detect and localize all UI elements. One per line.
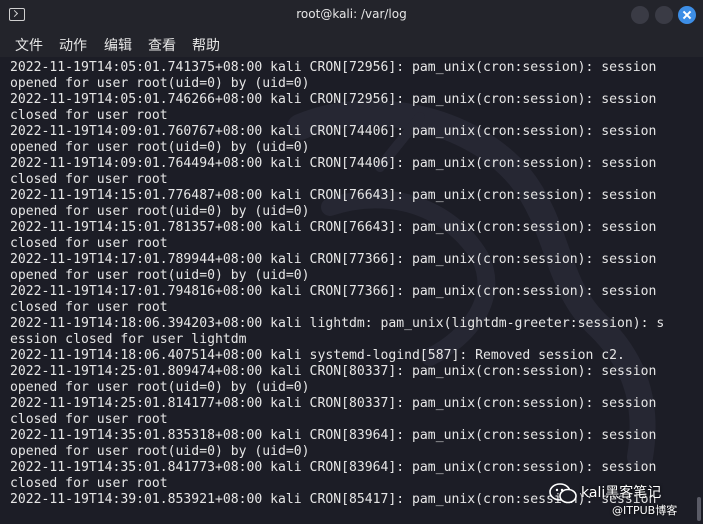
terminal-line: closed for user root	[10, 108, 168, 123]
terminal-line: 2022-11-19T14:17:01.794816+08:00 kali CR…	[10, 284, 657, 299]
title-bar[interactable]: root@kali: /var/log	[0, 0, 703, 31]
menu-help[interactable]: 帮助	[192, 35, 220, 55]
terminal-line: 2022-11-19T14:17:01.789944+08:00 kali CR…	[10, 252, 657, 267]
terminal-line: closed for user root	[10, 172, 168, 187]
terminal-output[interactable]: 2022-11-19T14:05:01.741375+08:00 kali CR…	[0, 57, 695, 524]
menu-edit[interactable]: 编辑	[104, 35, 132, 55]
terminal-line: closed for user root	[10, 412, 168, 427]
vertical-scrollbar[interactable]	[695, 57, 703, 524]
watermark-name: kali黑客笔记	[581, 485, 662, 501]
terminal-line: opened for user root(uid=0) by (uid=0)	[10, 76, 310, 91]
wechat-watermark: kali黑客笔记 @ITPUB博客	[548, 478, 698, 520]
terminal-line: 2022-11-19T14:18:06.394203+08:00 kali li…	[10, 316, 665, 331]
terminal-line: opened for user root(uid=0) by (uid=0)	[10, 140, 310, 155]
wechat-logo-icon	[549, 483, 577, 504]
terminal-window: root@kali: /var/log 文件 动作 编辑 查看 帮助 2022-…	[0, 0, 703, 524]
terminal-line: ession closed for user lightdm	[10, 332, 247, 347]
menu-file[interactable]: 文件	[15, 35, 43, 55]
close-button[interactable]	[678, 6, 696, 24]
menu-actions[interactable]: 动作	[59, 35, 87, 55]
terminal-line: closed for user root	[10, 300, 168, 315]
terminal-line: 2022-11-19T14:09:01.764494+08:00 kali CR…	[10, 156, 657, 171]
terminal-line: 2022-11-19T14:35:01.841773+08:00 kali CR…	[10, 460, 657, 475]
terminal-line: 2022-11-19T14:18:06.407514+08:00 kali sy…	[10, 348, 625, 363]
menu-view[interactable]: 查看	[148, 35, 176, 55]
terminal-line: 2022-11-19T14:15:01.776487+08:00 kali CR…	[10, 188, 657, 203]
terminal-line: 2022-11-19T14:35:01.835318+08:00 kali CR…	[10, 428, 657, 443]
terminal-line: 2022-11-19T14:05:01.746266+08:00 kali CR…	[10, 92, 657, 107]
terminal-line: opened for user root(uid=0) by (uid=0)	[10, 268, 310, 283]
terminal-line: opened for user root(uid=0) by (uid=0)	[10, 380, 310, 395]
terminal-line: closed for user root	[10, 236, 168, 251]
window-title: root@kali: /var/log	[296, 7, 407, 21]
watermark-sub: @ITPUB博客	[612, 504, 678, 517]
terminal-line: 2022-11-19T14:09:01.760767+08:00 kali CR…	[10, 124, 657, 139]
terminal-line: opened for user root(uid=0) by (uid=0)	[10, 444, 310, 459]
terminal-line: 2022-11-19T14:05:01.741375+08:00 kali CR…	[10, 60, 657, 75]
maximize-button[interactable]	[655, 6, 673, 24]
terminal-line: 2022-11-19T14:25:01.809474+08:00 kali CR…	[10, 364, 657, 379]
terminal-line: opened for user root(uid=0) by (uid=0)	[10, 204, 310, 219]
terminal-lines: 2022-11-19T14:05:01.741375+08:00 kali CR…	[10, 60, 664, 508]
terminal-line: 2022-11-19T14:15:01.781357+08:00 kali CR…	[10, 220, 657, 235]
terminal-line: 2022-11-19T14:25:01.814177+08:00 kali CR…	[10, 396, 657, 411]
menu-bar: 文件 动作 编辑 查看 帮助	[0, 31, 703, 57]
minimize-button[interactable]	[631, 6, 649, 24]
